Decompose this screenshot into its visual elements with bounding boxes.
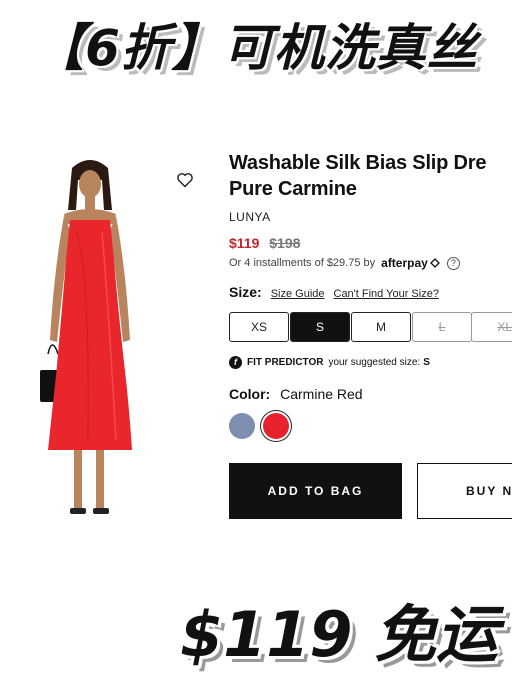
fit-predictor-title: FIT PREDICTOR bbox=[247, 357, 324, 368]
size-label: Size: bbox=[229, 284, 262, 300]
fit-predictor[interactable]: f FIT PREDICTOR your suggested size: S bbox=[229, 356, 512, 369]
size-option-xs[interactable]: XS bbox=[229, 312, 289, 342]
afterpay-text: Or 4 installments of $29.75 by bbox=[229, 257, 376, 269]
promo-banner-top: 【6折】可机洗真丝 bbox=[34, 19, 478, 77]
promo-banner-bottom: $119 免运 bbox=[180, 598, 499, 671]
help-icon[interactable]: ? bbox=[446, 256, 460, 270]
size-selector: XS S M L XL bbox=[229, 312, 512, 342]
size-option-xl[interactable]: XL bbox=[471, 312, 512, 342]
color-header: Color: Carmine Red bbox=[229, 386, 512, 402]
size-option-s[interactable]: S bbox=[290, 312, 350, 342]
original-price: $198 bbox=[269, 235, 301, 251]
color-value: Carmine Red bbox=[280, 386, 363, 402]
purchase-actions: ADD TO BAG BUY N bbox=[229, 463, 512, 519]
size-option-m[interactable]: M bbox=[351, 312, 411, 342]
product-title-line2: Pure Carmine bbox=[229, 178, 357, 200]
heart-icon[interactable] bbox=[176, 172, 194, 188]
buy-now-button[interactable]: BUY N bbox=[417, 463, 512, 519]
product-title: Washable Silk Bias Slip Dre Pure Carmine bbox=[229, 150, 512, 202]
afterpay-arrows-icon bbox=[429, 258, 440, 268]
size-option-l[interactable]: L bbox=[412, 312, 472, 342]
swatch-carmine-red[interactable] bbox=[263, 413, 289, 439]
cant-find-size-link[interactable]: Can't Find Your Size? bbox=[334, 288, 439, 300]
product-title-line1: Washable Silk Bias Slip Dre bbox=[229, 152, 487, 174]
product-image[interactable] bbox=[30, 150, 150, 530]
color-label: Color: bbox=[229, 386, 271, 402]
price-row: $119 $198 bbox=[229, 235, 512, 251]
sale-price: $119 bbox=[229, 235, 260, 251]
add-to-bag-button[interactable]: ADD TO BAG bbox=[229, 463, 402, 519]
color-swatches bbox=[229, 413, 512, 441]
fit-predictor-icon: f bbox=[229, 356, 242, 369]
brand-link[interactable]: LUNYA bbox=[229, 210, 512, 224]
product-details: Washable Silk Bias Slip Dre Pure Carmine… bbox=[229, 150, 512, 519]
size-guide-link[interactable]: Size Guide bbox=[271, 288, 325, 300]
size-header: Size: Size Guide Can't Find Your Size? bbox=[229, 284, 512, 300]
fit-predictor-value: S bbox=[423, 357, 430, 368]
fit-predictor-text: your suggested size: bbox=[328, 357, 421, 368]
afterpay-row: Or 4 installments of $29.75 by afterpay … bbox=[229, 256, 512, 270]
swatch-blue-gray[interactable] bbox=[229, 413, 255, 439]
afterpay-logo: afterpay bbox=[381, 256, 428, 270]
